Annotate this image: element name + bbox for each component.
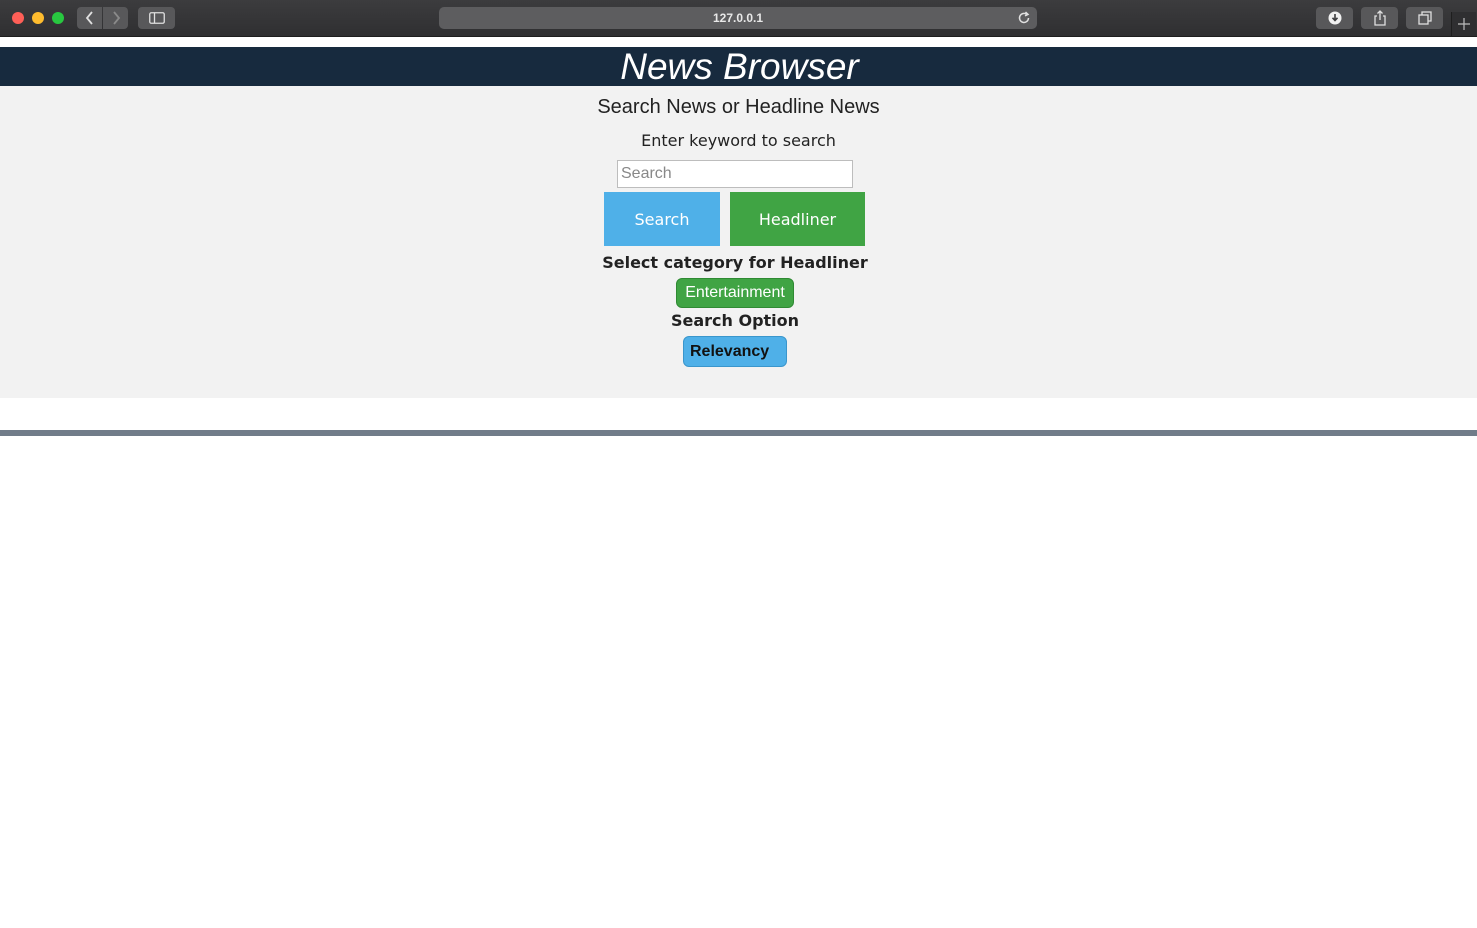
downloads-button[interactable] (1316, 7, 1353, 29)
search-option-select[interactable]: Relevancy (683, 336, 787, 367)
download-icon (1328, 11, 1341, 25)
plus-icon (1458, 18, 1470, 30)
category-select[interactable]: Entertainment (676, 278, 794, 308)
address-bar[interactable]: 127.0.0.1 (439, 7, 1037, 29)
category-label: Select category for Headliner (602, 253, 868, 272)
panel-heading: Search News or Headline News (597, 96, 880, 118)
chevron-left-icon (85, 11, 93, 25)
fullscreen-window-button[interactable] (52, 12, 64, 24)
browser-toolbar: 127.0.0.1 (0, 0, 1477, 37)
minimize-window-button[interactable] (32, 12, 44, 24)
search-option-label: Search Option (670, 311, 800, 330)
results-divider (0, 430, 1477, 436)
search-button[interactable]: Search (604, 192, 720, 246)
headliner-button[interactable]: Headliner (730, 192, 865, 246)
tabs-icon (1417, 11, 1432, 25)
site-title: News Browser (620, 46, 859, 87)
keyword-label: Enter keyword to search (641, 131, 836, 150)
close-window-button[interactable] (12, 12, 24, 24)
new-tab-button[interactable] (1451, 12, 1476, 36)
site-header: News Browser (0, 47, 1477, 86)
share-icon (1373, 10, 1386, 26)
share-button[interactable] (1361, 7, 1398, 29)
sidebar-toggle-button[interactable] (138, 7, 175, 29)
tab-overview-button[interactable] (1406, 7, 1443, 29)
back-button[interactable] (77, 7, 102, 29)
forward-button[interactable] (103, 7, 128, 29)
chevron-right-icon (112, 11, 120, 25)
search-input[interactable] (617, 160, 853, 188)
reload-icon[interactable] (1017, 11, 1031, 25)
address-text: 127.0.0.1 (712, 11, 764, 25)
sidebar-icon (148, 12, 165, 24)
search-panel: Search News or Headline News Enter keywo… (0, 86, 1477, 398)
